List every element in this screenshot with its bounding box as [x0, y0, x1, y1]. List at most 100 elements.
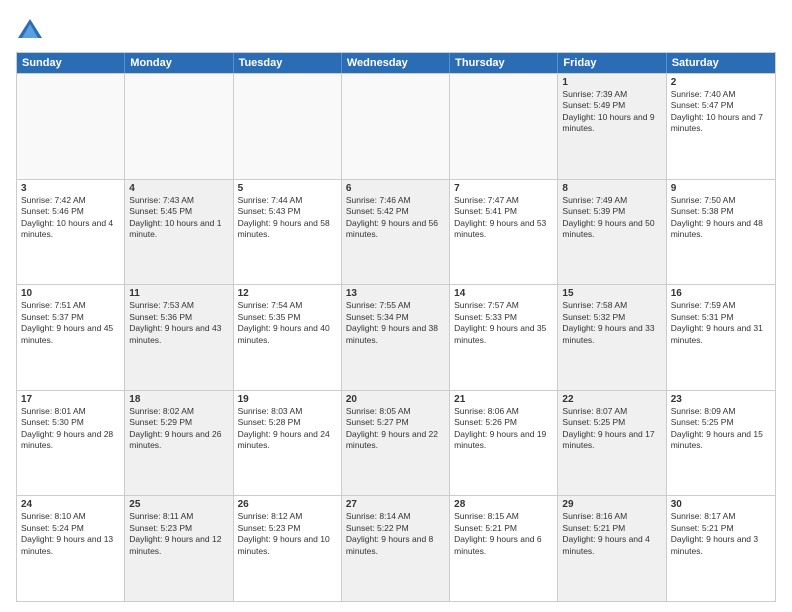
- calendar-day-cell: 20Sunrise: 8:05 AM Sunset: 5:27 PM Dayli…: [342, 391, 450, 496]
- day-number: 20: [346, 394, 445, 405]
- calendar-day-cell: 21Sunrise: 8:06 AM Sunset: 5:26 PM Dayli…: [450, 391, 558, 496]
- day-info: Sunrise: 8:07 AM Sunset: 5:25 PM Dayligh…: [562, 406, 654, 450]
- day-info: Sunrise: 8:06 AM Sunset: 5:26 PM Dayligh…: [454, 406, 546, 450]
- day-info: Sunrise: 8:01 AM Sunset: 5:30 PM Dayligh…: [21, 406, 113, 450]
- calendar-day-cell: 12Sunrise: 7:54 AM Sunset: 5:35 PM Dayli…: [234, 285, 342, 390]
- calendar-week-row: 3Sunrise: 7:42 AM Sunset: 5:46 PM Daylig…: [17, 179, 775, 285]
- day-info: Sunrise: 8:09 AM Sunset: 5:25 PM Dayligh…: [671, 406, 763, 450]
- day-info: Sunrise: 7:55 AM Sunset: 5:34 PM Dayligh…: [346, 300, 438, 344]
- day-number: 4: [129, 183, 228, 194]
- calendar-day-cell: 11Sunrise: 7:53 AM Sunset: 5:36 PM Dayli…: [125, 285, 233, 390]
- day-info: Sunrise: 8:05 AM Sunset: 5:27 PM Dayligh…: [346, 406, 438, 450]
- calendar-day-cell: [17, 74, 125, 179]
- day-info: Sunrise: 7:42 AM Sunset: 5:46 PM Dayligh…: [21, 195, 113, 239]
- calendar-day-cell: 29Sunrise: 8:16 AM Sunset: 5:21 PM Dayli…: [558, 496, 666, 601]
- day-number: 6: [346, 183, 445, 194]
- day-number: 14: [454, 288, 553, 299]
- day-number: 18: [129, 394, 228, 405]
- day-number: 26: [238, 499, 337, 510]
- day-number: 7: [454, 183, 553, 194]
- page: SundayMondayTuesdayWednesdayThursdayFrid…: [0, 0, 792, 612]
- calendar-header-cell: Saturday: [667, 53, 775, 73]
- calendar-day-cell: 22Sunrise: 8:07 AM Sunset: 5:25 PM Dayli…: [558, 391, 666, 496]
- day-number: 3: [21, 183, 120, 194]
- calendar-day-cell: 13Sunrise: 7:55 AM Sunset: 5:34 PM Dayli…: [342, 285, 450, 390]
- calendar-day-cell: 24Sunrise: 8:10 AM Sunset: 5:24 PM Dayli…: [17, 496, 125, 601]
- day-number: 1: [562, 77, 661, 88]
- day-number: 23: [671, 394, 771, 405]
- calendar-day-cell: 18Sunrise: 8:02 AM Sunset: 5:29 PM Dayli…: [125, 391, 233, 496]
- calendar-day-cell: 2Sunrise: 7:40 AM Sunset: 5:47 PM Daylig…: [667, 74, 775, 179]
- calendar-day-cell: 1Sunrise: 7:39 AM Sunset: 5:49 PM Daylig…: [558, 74, 666, 179]
- day-info: Sunrise: 8:14 AM Sunset: 5:22 PM Dayligh…: [346, 511, 433, 555]
- calendar-day-cell: 26Sunrise: 8:12 AM Sunset: 5:23 PM Dayli…: [234, 496, 342, 601]
- day-info: Sunrise: 8:03 AM Sunset: 5:28 PM Dayligh…: [238, 406, 330, 450]
- calendar-week-row: 1Sunrise: 7:39 AM Sunset: 5:49 PM Daylig…: [17, 73, 775, 179]
- day-info: Sunrise: 7:54 AM Sunset: 5:35 PM Dayligh…: [238, 300, 330, 344]
- day-number: 8: [562, 183, 661, 194]
- calendar-week-row: 10Sunrise: 7:51 AM Sunset: 5:37 PM Dayli…: [17, 284, 775, 390]
- calendar-day-cell: [125, 74, 233, 179]
- day-info: Sunrise: 8:17 AM Sunset: 5:21 PM Dayligh…: [671, 511, 758, 555]
- calendar-header-cell: Thursday: [450, 53, 558, 73]
- calendar-day-cell: 9Sunrise: 7:50 AM Sunset: 5:38 PM Daylig…: [667, 180, 775, 285]
- calendar-week-row: 24Sunrise: 8:10 AM Sunset: 5:24 PM Dayli…: [17, 495, 775, 601]
- calendar-header: SundayMondayTuesdayWednesdayThursdayFrid…: [17, 53, 775, 73]
- calendar-day-cell: [450, 74, 558, 179]
- logo-icon: [16, 16, 44, 44]
- calendar-day-cell: 14Sunrise: 7:57 AM Sunset: 5:33 PM Dayli…: [450, 285, 558, 390]
- day-number: 10: [21, 288, 120, 299]
- calendar-header-cell: Tuesday: [234, 53, 342, 73]
- day-number: 28: [454, 499, 553, 510]
- day-info: Sunrise: 7:49 AM Sunset: 5:39 PM Dayligh…: [562, 195, 654, 239]
- calendar-day-cell: 28Sunrise: 8:15 AM Sunset: 5:21 PM Dayli…: [450, 496, 558, 601]
- calendar: SundayMondayTuesdayWednesdayThursdayFrid…: [16, 52, 776, 602]
- day-number: 15: [562, 288, 661, 299]
- calendar-header-cell: Sunday: [17, 53, 125, 73]
- day-number: 25: [129, 499, 228, 510]
- calendar-header-cell: Friday: [558, 53, 666, 73]
- calendar-day-cell: 30Sunrise: 8:17 AM Sunset: 5:21 PM Dayli…: [667, 496, 775, 601]
- day-number: 12: [238, 288, 337, 299]
- calendar-week-row: 17Sunrise: 8:01 AM Sunset: 5:30 PM Dayli…: [17, 390, 775, 496]
- day-info: Sunrise: 8:15 AM Sunset: 5:21 PM Dayligh…: [454, 511, 541, 555]
- day-info: Sunrise: 7:43 AM Sunset: 5:45 PM Dayligh…: [129, 195, 221, 239]
- day-number: 2: [671, 77, 771, 88]
- logo: [16, 16, 48, 44]
- calendar-day-cell: 7Sunrise: 7:47 AM Sunset: 5:41 PM Daylig…: [450, 180, 558, 285]
- day-info: Sunrise: 8:10 AM Sunset: 5:24 PM Dayligh…: [21, 511, 113, 555]
- calendar-day-cell: 10Sunrise: 7:51 AM Sunset: 5:37 PM Dayli…: [17, 285, 125, 390]
- day-number: 9: [671, 183, 771, 194]
- calendar-day-cell: 4Sunrise: 7:43 AM Sunset: 5:45 PM Daylig…: [125, 180, 233, 285]
- day-number: 16: [671, 288, 771, 299]
- header: [16, 16, 776, 44]
- day-info: Sunrise: 7:39 AM Sunset: 5:49 PM Dayligh…: [562, 89, 654, 133]
- day-number: 22: [562, 394, 661, 405]
- day-number: 5: [238, 183, 337, 194]
- day-number: 11: [129, 288, 228, 299]
- calendar-day-cell: 17Sunrise: 8:01 AM Sunset: 5:30 PM Dayli…: [17, 391, 125, 496]
- day-info: Sunrise: 8:16 AM Sunset: 5:21 PM Dayligh…: [562, 511, 649, 555]
- day-info: Sunrise: 7:40 AM Sunset: 5:47 PM Dayligh…: [671, 89, 763, 133]
- day-info: Sunrise: 8:11 AM Sunset: 5:23 PM Dayligh…: [129, 511, 221, 555]
- calendar-day-cell: 15Sunrise: 7:58 AM Sunset: 5:32 PM Dayli…: [558, 285, 666, 390]
- calendar-day-cell: [234, 74, 342, 179]
- day-number: 29: [562, 499, 661, 510]
- day-info: Sunrise: 8:12 AM Sunset: 5:23 PM Dayligh…: [238, 511, 330, 555]
- calendar-day-cell: 19Sunrise: 8:03 AM Sunset: 5:28 PM Dayli…: [234, 391, 342, 496]
- day-info: Sunrise: 7:58 AM Sunset: 5:32 PM Dayligh…: [562, 300, 654, 344]
- day-number: 27: [346, 499, 445, 510]
- calendar-day-cell: [342, 74, 450, 179]
- calendar-day-cell: 5Sunrise: 7:44 AM Sunset: 5:43 PM Daylig…: [234, 180, 342, 285]
- calendar-day-cell: 16Sunrise: 7:59 AM Sunset: 5:31 PM Dayli…: [667, 285, 775, 390]
- day-info: Sunrise: 7:46 AM Sunset: 5:42 PM Dayligh…: [346, 195, 438, 239]
- calendar-day-cell: 8Sunrise: 7:49 AM Sunset: 5:39 PM Daylig…: [558, 180, 666, 285]
- day-number: 19: [238, 394, 337, 405]
- calendar-header-cell: Monday: [125, 53, 233, 73]
- day-number: 21: [454, 394, 553, 405]
- day-info: Sunrise: 8:02 AM Sunset: 5:29 PM Dayligh…: [129, 406, 221, 450]
- calendar-day-cell: 3Sunrise: 7:42 AM Sunset: 5:46 PM Daylig…: [17, 180, 125, 285]
- day-info: Sunrise: 7:47 AM Sunset: 5:41 PM Dayligh…: [454, 195, 546, 239]
- calendar-day-cell: 27Sunrise: 8:14 AM Sunset: 5:22 PM Dayli…: [342, 496, 450, 601]
- day-number: 24: [21, 499, 120, 510]
